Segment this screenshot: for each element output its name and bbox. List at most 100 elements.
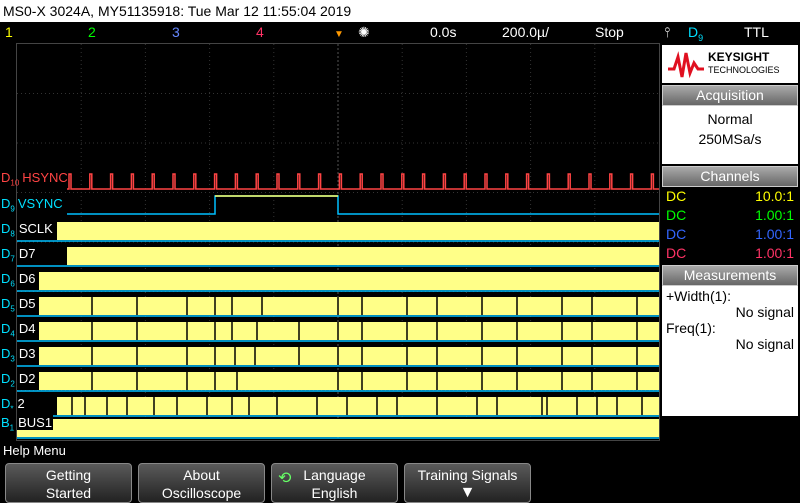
trace-index: 3 <box>10 354 15 364</box>
about-oscilloscope-button[interactable]: About Oscilloscope <box>138 463 265 503</box>
trace-name: D5 <box>17 296 37 311</box>
trace-prefix: B <box>1 415 10 430</box>
channel-row[interactable]: DC 10.0:1 <box>662 187 798 206</box>
brand-sub: TECHNOLOGIES <box>708 65 780 75</box>
trace-label[interactable]: D3 D3 <box>1 346 37 364</box>
digital-band <box>39 347 659 365</box>
ch2-indicator[interactable]: 2 <box>88 22 96 43</box>
down-arrow-icon: ▼ <box>459 484 476 501</box>
trace-index: 8 <box>10 229 15 239</box>
channel-row[interactable]: DC 1.00:1 <box>662 244 798 263</box>
acquisition-header[interactable]: Acquisition <box>662 85 798 106</box>
run-state[interactable]: Stop <box>595 22 624 43</box>
trace-index: 1 <box>9 423 15 433</box>
trace-name: 2 <box>16 396 26 411</box>
digital-band <box>39 372 659 390</box>
trace-index: 5 <box>10 304 15 314</box>
channels-header[interactable]: Channels <box>662 166 798 187</box>
channels-panel: DC 10.0:1 DC 1.00:1 DC 1.00:1 DC 1.00:1 <box>662 187 798 265</box>
trace-label[interactable]: D6 D6 <box>1 271 37 289</box>
trace-name: BUS1 <box>17 415 54 430</box>
ch3-indicator[interactable]: 3 <box>172 22 180 43</box>
meas2-label: Freq(1): <box>666 320 716 336</box>
trace-prefix: D <box>1 396 11 411</box>
trace-label[interactable]: D8 SCLK <box>1 221 54 239</box>
digital-band <box>57 222 659 240</box>
trace-prefix: D <box>1 170 11 185</box>
measurements-header[interactable]: Measurements <box>662 265 798 286</box>
trace-index: 6 <box>10 279 15 289</box>
digital-band <box>17 419 659 437</box>
digital-band <box>39 297 659 315</box>
digital-band <box>39 322 659 340</box>
acquisition-mode: Normal <box>707 111 753 127</box>
waveform-canvas <box>17 44 659 440</box>
trace-index: 4 <box>10 329 15 339</box>
trace-index: * <box>10 404 14 414</box>
ch1-indicator[interactable]: 1 <box>5 22 13 43</box>
time-per-div[interactable]: 200.0µ/ <box>502 22 549 43</box>
acquisition-panel: Normal 250MSa/s <box>662 106 798 164</box>
digital-band <box>39 272 659 290</box>
getting-started-button[interactable]: Getting Started <box>5 463 132 503</box>
meas2-value: No signal <box>735 336 794 352</box>
brand-name: KEYSIGHT <box>708 50 770 64</box>
channel-coupling: DC <box>666 207 687 223</box>
waveform-display[interactable] <box>16 43 660 441</box>
trace-label[interactable]: D* 2 <box>1 396 26 414</box>
measurements-panel: +Width(1): No signal Freq(1): No signal <box>662 286 798 416</box>
trace-label[interactable]: D9 VSYNC <box>1 196 63 214</box>
ch4-indicator[interactable]: 4 <box>256 22 264 43</box>
trace-name: VSYNC <box>17 196 63 211</box>
trace-name: D4 <box>17 321 37 336</box>
trace-prefix: D <box>1 346 11 361</box>
trace-prefix: D <box>1 271 11 286</box>
trace-label[interactable]: B1 BUS1 <box>1 415 54 433</box>
trace-name: D7 <box>17 246 37 261</box>
trace-index: 9 <box>10 204 15 214</box>
channel-coupling: DC <box>666 245 687 261</box>
hsync-trace <box>67 173 659 190</box>
trace-index: 2 <box>10 379 15 389</box>
trace-label[interactable]: D7 D7 <box>1 246 37 264</box>
keysight-logo: KEYSIGHT TECHNOLOGIES <box>662 45 798 83</box>
training-signals-button[interactable]: Training Signals ▼ <box>404 463 531 503</box>
trace-prefix: D <box>1 321 11 336</box>
trace-name: D6 <box>17 271 37 286</box>
trace-index: 10 <box>10 178 20 188</box>
trace-name: D2 <box>17 371 37 386</box>
channel-row[interactable]: DC 1.00:1 <box>662 206 798 225</box>
trace-prefix: D <box>1 196 11 211</box>
trace-name: D3 <box>17 346 37 361</box>
softkey-label: Training Signals <box>417 467 518 483</box>
channel-coupling: DC <box>666 188 687 204</box>
trace-index: 7 <box>10 254 15 264</box>
help-menu-title: Help Menu <box>3 443 66 458</box>
softkey-label: Oscilloscope <box>161 485 242 501</box>
channel-coupling: DC <box>666 226 687 242</box>
trace-prefix: D <box>1 371 11 386</box>
meas1-value: No signal <box>735 304 794 320</box>
acquisition-rate: 250MSa/s <box>698 131 762 147</box>
channel-row[interactable]: DC 1.00:1 <box>662 225 798 244</box>
channel-probe-ratio: 1.00:1 <box>755 245 794 261</box>
channel-probe-ratio: 1.00:1 <box>755 226 794 242</box>
softkey-label: Getting <box>45 467 92 483</box>
digital-band <box>67 247 659 265</box>
keysight-wave-icon <box>668 51 704 79</box>
vsync-trace <box>67 195 659 215</box>
trace-label[interactable]: D2 D2 <box>1 371 37 389</box>
trigger-level[interactable]: TTL <box>744 22 769 43</box>
trigger-marker-icon: ▼ <box>334 29 344 40</box>
status-bar: 1 2 3 4 ▼ ✺ 0.0s 200.0µ/ Stop ⫯ D9 TTL <box>0 22 800 43</box>
trace-label[interactable]: D10 HSYNC <box>1 170 68 188</box>
time-offset[interactable]: 0.0s <box>430 22 456 43</box>
digital-band <box>57 397 659 415</box>
language-button[interactable]: ⟲ Language English <box>271 463 398 503</box>
window-title: MS0-X 3024A, MY51135918: Tue Mar 12 11:5… <box>0 0 800 22</box>
sidebar: KEYSIGHT TECHNOLOGIES Acquisition Normal… <box>660 43 800 441</box>
trace-prefix: D <box>1 246 11 261</box>
trace-label[interactable]: D4 D4 <box>1 321 37 339</box>
channel-probe-ratio: 1.00:1 <box>755 207 794 223</box>
trace-label[interactable]: D5 D5 <box>1 296 37 314</box>
